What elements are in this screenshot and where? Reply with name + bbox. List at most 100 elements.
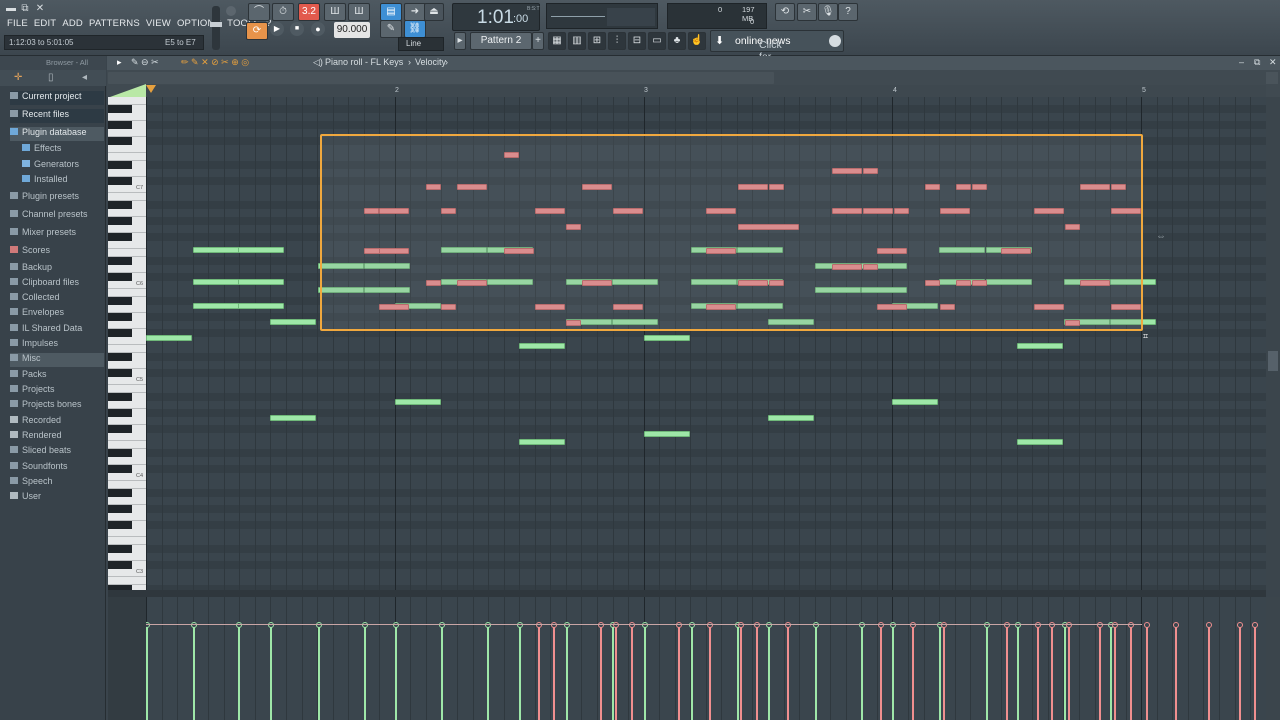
browser-file-icon[interactable]: ▯ <box>48 72 54 83</box>
velocity-stem[interactable] <box>1006 625 1008 720</box>
velocity-stem[interactable] <box>146 625 148 720</box>
play-button[interactable]: ▶ <box>270 22 284 36</box>
velocity-stem[interactable] <box>939 625 941 720</box>
note[interactable] <box>1017 343 1063 349</box>
browser-item[interactable]: Scores <box>10 245 50 259</box>
velocity-handle[interactable] <box>1015 622 1021 628</box>
velocity-stem[interactable] <box>441 625 443 720</box>
velocity-stem[interactable] <box>1051 625 1053 720</box>
velocity-stem[interactable] <box>644 625 646 720</box>
velocity-handle[interactable] <box>1097 622 1103 628</box>
velocity-stem[interactable] <box>1239 625 1241 720</box>
black-key[interactable] <box>108 313 132 321</box>
note[interactable] <box>193 279 239 285</box>
black-key[interactable] <box>108 329 132 337</box>
velocity-stem[interactable] <box>631 625 633 720</box>
velocity-handle[interactable] <box>1049 622 1055 628</box>
velocity-stem[interactable] <box>737 625 739 720</box>
browser-item[interactable]: Speech <box>10 476 53 490</box>
velocity-stem[interactable] <box>943 625 945 720</box>
metronome-bell-icon[interactable]: ⏏ <box>424 3 444 21</box>
browser-item[interactable]: Packs <box>10 369 47 383</box>
velocity-handle[interactable] <box>362 622 368 628</box>
velocity-handle[interactable] <box>910 622 916 628</box>
time-display[interactable]: 1:01 :00 B:S:T <box>452 3 540 31</box>
velocity-stem[interactable] <box>395 625 397 720</box>
velocity-handle[interactable] <box>785 622 791 628</box>
piano-roll-target[interactable]: Velocity <box>415 57 446 67</box>
mic-icon[interactable]: 🎙 <box>818 3 838 21</box>
channel-rack-icon[interactable]: ⊞ <box>588 32 606 50</box>
velocity-stem[interactable] <box>986 625 988 720</box>
note[interactable] <box>1017 439 1063 445</box>
velocity-handle[interactable] <box>1112 622 1118 628</box>
browser-item[interactable]: Impulses <box>10 338 58 352</box>
link-icon[interactable]: ⛓ <box>404 20 426 38</box>
black-key[interactable] <box>108 217 132 225</box>
pattern-song-display[interactable]: 3.2 <box>298 3 320 21</box>
browser-item[interactable]: User <box>10 491 41 505</box>
browser-item[interactable]: Mixer presets <box>10 227 76 241</box>
browser-item[interactable]: Collected <box>10 292 60 306</box>
velocity-stem[interactable] <box>1064 625 1066 720</box>
velocity-stem[interactable] <box>880 625 882 720</box>
metronome-icon[interactable]: ⌒ <box>248 3 270 21</box>
browser-item[interactable]: Generators <box>22 159 104 173</box>
browser-item[interactable]: Recorded <box>10 415 61 429</box>
browser-item[interactable]: Misc <box>10 353 104 367</box>
browser-speaker-icon[interactable]: ◂ <box>82 72 87 83</box>
tools-icon[interactable]: ✂ <box>797 3 817 21</box>
velocity-handle[interactable] <box>1144 622 1150 628</box>
vertical-scroll-handle[interactable] <box>1268 351 1278 371</box>
touch-icon[interactable]: ☝ <box>688 32 706 50</box>
browser-item[interactable]: Recent files <box>10 109 104 123</box>
browser-item[interactable]: Effects <box>22 143 104 157</box>
menu-view[interactable]: VIEW <box>143 17 174 31</box>
browser-item[interactable]: Plugin database <box>10 127 104 141</box>
pattern-add-icon[interactable]: + <box>532 32 544 50</box>
browser-add-icon[interactable]: ✛ <box>14 72 22 83</box>
browser-item[interactable]: Channel presets <box>10 209 88 223</box>
step-icon[interactable]: Ш <box>324 3 346 21</box>
velocity-handle[interactable] <box>707 622 713 628</box>
online-news-button[interactable]: ⬇ Click for online news <box>710 30 844 63</box>
velocity-handle[interactable] <box>517 622 523 628</box>
snap-select[interactable]: Line <box>398 37 444 51</box>
velocity-stem[interactable] <box>861 625 863 720</box>
help-icon[interactable]: ? <box>838 3 858 21</box>
browser-item[interactable]: Soundfonts <box>10 461 68 475</box>
velocity-stem[interactable] <box>612 625 614 720</box>
black-key[interactable] <box>108 297 132 305</box>
black-key[interactable] <box>108 257 132 265</box>
velocity-stem[interactable] <box>815 625 817 720</box>
velocity-handle[interactable] <box>485 622 491 628</box>
note[interactable] <box>146 335 192 341</box>
velocity-handle[interactable] <box>1237 622 1243 628</box>
velocity-stem[interactable] <box>678 625 680 720</box>
playlist-icon[interactable]: ▦ <box>548 32 566 50</box>
tempo-display[interactable]: 90.000 <box>334 22 370 38</box>
velocity-stem[interactable] <box>1099 625 1101 720</box>
close-icon[interactable]: ✕ <box>33 3 47 15</box>
browser-item[interactable]: Backup <box>10 262 52 276</box>
selection-box[interactable] <box>320 134 1143 331</box>
velocity-stem[interactable] <box>1114 625 1116 720</box>
velocity-stem[interactable] <box>600 625 602 720</box>
velocity-stem[interactable] <box>768 625 770 720</box>
black-key[interactable] <box>108 545 132 553</box>
velocity-stem[interactable] <box>1068 625 1070 720</box>
velocity-stem[interactable] <box>1037 625 1039 720</box>
velocity-handle[interactable] <box>676 622 682 628</box>
menu-file[interactable]: FILE <box>4 17 31 31</box>
project-icon[interactable]: ▭ <box>648 32 666 50</box>
velocity-handle[interactable] <box>1066 622 1072 628</box>
black-key[interactable] <box>108 409 132 417</box>
pr-minimize-icon[interactable]: – <box>1239 57 1244 67</box>
note[interactable] <box>644 431 690 437</box>
black-key[interactable] <box>108 369 132 377</box>
velocity-stem[interactable] <box>709 625 711 720</box>
browser-item[interactable]: Installed <box>22 174 104 188</box>
velocity-handle[interactable] <box>1128 622 1134 628</box>
velocity-handle[interactable] <box>754 622 760 628</box>
channel-icon[interactable]: ⊟ <box>628 32 646 50</box>
